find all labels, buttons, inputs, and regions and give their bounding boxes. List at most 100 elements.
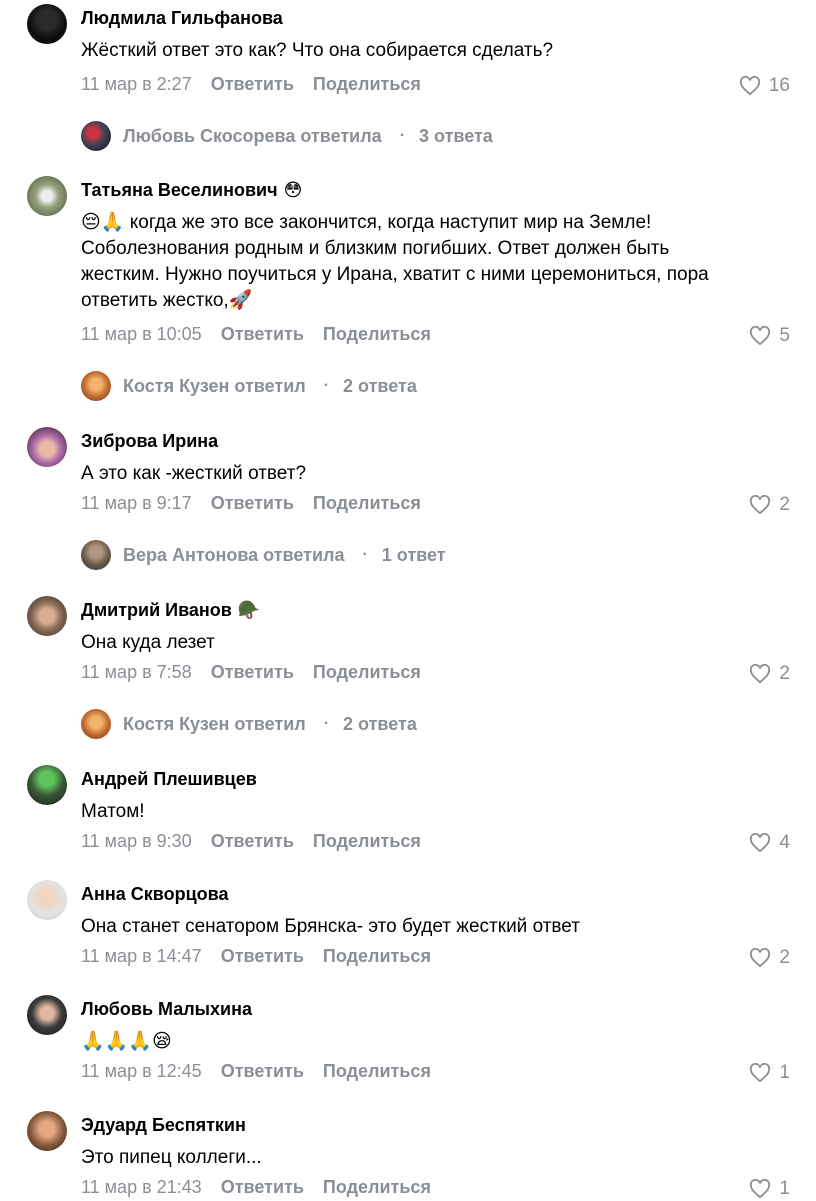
share-button[interactable]: Поделиться	[323, 946, 431, 967]
replies-count: 2 ответа	[343, 713, 417, 734]
comment-date[interactable]: 11 мар в 21:43	[81, 1177, 202, 1198]
avatar[interactable]	[27, 4, 67, 44]
comment-meta: 11 мар в 7:58 Ответить Поделиться	[81, 662, 435, 686]
heart-icon	[750, 664, 771, 684]
comment-text-line: А это как -жесткий ответ?	[81, 463, 307, 484]
separator-dot: ·	[399, 127, 406, 144]
comment-text: 😔🙏 когда же это все закончится, когда на…	[81, 210, 791, 314]
replies-summary[interactable]: Костя Кузен ответил · 2 ответа	[81, 371, 417, 401]
reply-avatar	[81, 121, 111, 151]
comment-meta: 11 мар в 14:47 Ответить Поделиться	[81, 946, 445, 970]
heart-icon	[750, 833, 771, 853]
comment-text: 🙏🙏🙏😪	[81, 1029, 791, 1055]
reply-button[interactable]: Ответить	[221, 324, 304, 345]
comment-meta: 11 мар в 9:30 Ответить Поделиться	[81, 831, 435, 855]
comment-date[interactable]: 11 мар в 2:27	[81, 74, 192, 95]
separator-dot: ·	[323, 377, 330, 394]
share-button[interactable]: Поделиться	[313, 74, 421, 95]
comment-text-line: Матом!	[81, 801, 145, 822]
reply-button[interactable]: Ответить	[211, 74, 294, 95]
comment-text-line: жестким. Нужно поучиться у Ирана, хватит…	[81, 264, 709, 285]
comment-date[interactable]: 11 мар в 9:30	[81, 831, 192, 852]
comment-author[interactable]: Эдуард Беспяткин	[81, 1115, 246, 1136]
reply-button[interactable]: Ответить	[211, 493, 294, 514]
comment-author[interactable]: Людмила Гильфанова	[81, 8, 283, 29]
comment-text: Жёсткий ответ это как? Что она собираетс…	[81, 38, 791, 64]
like-button[interactable]: 16	[739, 74, 790, 98]
like-button[interactable]: 2	[749, 946, 790, 970]
reply-avatar	[81, 709, 111, 739]
comment-text: А это как -жесткий ответ?	[81, 461, 791, 487]
heart-icon	[750, 326, 771, 346]
replies-count: 3 ответа	[419, 125, 493, 146]
replies-summary[interactable]: Любовь Скосорева ответила · 3 ответа	[81, 121, 493, 151]
comment-author[interactable]: Любовь Малыхина	[81, 999, 252, 1020]
comment-text: Это пипец коллеги...	[81, 1145, 791, 1171]
reply-avatar	[81, 540, 111, 570]
reply-button[interactable]: Ответить	[221, 1177, 304, 1198]
comment-date[interactable]: 11 мар в 10:05	[81, 324, 202, 345]
replies-summary[interactable]: Костя Кузен ответил · 2 ответа	[81, 709, 417, 739]
share-button[interactable]: Поделиться	[313, 831, 421, 852]
comment-text: Она станет сенатором Брянска- это будет …	[81, 914, 791, 940]
comment-meta: 11 мар в 10:05 Ответить Поделиться	[81, 324, 445, 348]
separator-dot: ·	[323, 715, 330, 732]
reply-button[interactable]: Ответить	[221, 946, 304, 967]
share-button[interactable]: Поделиться	[313, 493, 421, 514]
comment-date[interactable]: 11 мар в 7:58	[81, 662, 192, 683]
comment-date[interactable]: 11 мар в 9:17	[81, 493, 192, 514]
comment-text-line: Она станет сенатором Брянска- это будет …	[81, 916, 580, 937]
like-button[interactable]: 2	[749, 493, 790, 517]
comment-text-line: 😔🙏 когда же это все закончится, когда на…	[81, 212, 652, 233]
heart-icon	[750, 948, 771, 968]
avatar[interactable]	[27, 1111, 67, 1151]
replies-count: 1 ответ	[381, 544, 446, 565]
like-count: 5	[779, 325, 790, 346]
share-button[interactable]: Поделиться	[313, 662, 421, 683]
reply-avatar	[81, 371, 111, 401]
avatar[interactable]	[27, 176, 67, 216]
heart-icon	[750, 495, 771, 515]
comment-author[interactable]: Андрей Плешивцев	[81, 769, 257, 790]
reply-button[interactable]: Ответить	[221, 1061, 304, 1082]
replies-author: Костя Кузен ответил	[123, 713, 306, 734]
heart-icon	[739, 76, 760, 96]
avatar[interactable]	[27, 427, 67, 467]
comment-author[interactable]: Дмитрий Иванов 🪖	[81, 600, 260, 621]
comment-text-line: Это пипец коллеги...	[81, 1147, 262, 1168]
like-button[interactable]: 1	[749, 1177, 790, 1201]
reply-button[interactable]: Ответить	[211, 662, 294, 683]
replies-author: Любовь Скосорева ответила	[123, 125, 382, 146]
comment-text: Матом!	[81, 799, 791, 825]
comment-date[interactable]: 11 мар в 12:45	[81, 1061, 202, 1082]
replies-author: Вера Антонова ответила	[123, 544, 345, 565]
avatar[interactable]	[27, 765, 67, 805]
like-button[interactable]: 5	[749, 324, 790, 348]
comment-author[interactable]: Анна Скворцова	[81, 884, 228, 905]
comment-text-line: Она куда лезет	[81, 632, 215, 653]
comment-date[interactable]: 11 мар в 14:47	[81, 946, 202, 967]
comment-author[interactable]: Татьяна Веселинович 😳	[81, 180, 302, 201]
comment-text-line: ответить жестко,🚀	[81, 290, 253, 311]
avatar[interactable]	[27, 880, 67, 920]
replies-summary[interactable]: Вера Антонова ответила · 1 ответ	[81, 540, 446, 570]
comment-meta: 11 мар в 12:45 Ответить Поделиться	[81, 1061, 445, 1085]
like-count: 2	[779, 947, 790, 968]
reply-button[interactable]: Ответить	[211, 831, 294, 852]
heart-icon	[750, 1063, 771, 1083]
like-button[interactable]: 4	[749, 831, 790, 855]
avatar[interactable]	[27, 995, 67, 1035]
avatar[interactable]	[27, 596, 67, 636]
share-button[interactable]: Поделиться	[323, 324, 431, 345]
replies-count: 2 ответа	[343, 375, 417, 396]
share-button[interactable]: Поделиться	[323, 1061, 431, 1082]
like-button[interactable]: 1	[749, 1061, 790, 1085]
replies-author: Костя Кузен ответил	[123, 375, 306, 396]
like-count: 1	[779, 1062, 790, 1083]
like-count: 1	[779, 1178, 790, 1199]
comment-meta: 11 мар в 2:27 Ответить Поделиться	[81, 74, 435, 98]
like-button[interactable]: 2	[749, 662, 790, 686]
comment-author[interactable]: Зиброва Ирина	[81, 431, 218, 452]
comment-text-line: Соболезнования родным и близким погибших…	[81, 238, 670, 259]
share-button[interactable]: Поделиться	[323, 1177, 431, 1198]
